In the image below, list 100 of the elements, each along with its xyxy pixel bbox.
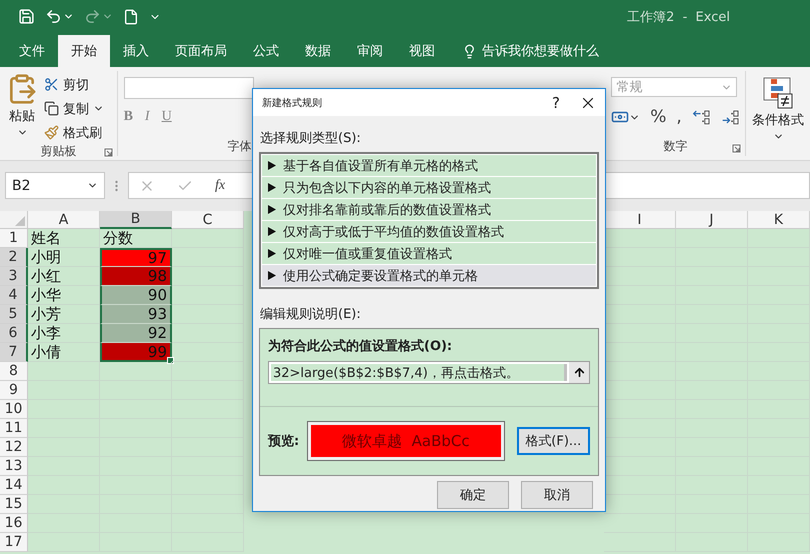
- table-cell[interactable]: [172, 419, 244, 438]
- row-header[interactable]: 6: [0, 324, 28, 343]
- table-cell[interactable]: [28, 400, 100, 419]
- rule-type-item[interactable]: 使用公式确定要设置格式的单元格: [262, 265, 596, 286]
- row-header[interactable]: 9: [0, 381, 28, 400]
- table-cell[interactable]: [172, 438, 244, 457]
- save-icon[interactable]: [18, 8, 35, 25]
- dialog-launcher-icon[interactable]: [104, 148, 113, 157]
- column-header[interactable]: I: [604, 211, 676, 229]
- ribbon-tab[interactable]: 公式: [240, 35, 292, 67]
- table-cell[interactable]: 姓名: [28, 229, 100, 248]
- select-all-corner[interactable]: [0, 211, 28, 229]
- table-cell[interactable]: [28, 438, 100, 457]
- conditional-format-button[interactable]: 条件格式: [746, 71, 810, 142]
- table-cell[interactable]: [172, 286, 244, 305]
- table-cell[interactable]: [28, 381, 100, 400]
- row-header[interactable]: 12: [0, 438, 28, 457]
- table-cell[interactable]: [604, 514, 676, 533]
- row-header[interactable]: 2: [0, 248, 28, 267]
- ribbon-tab[interactable]: 视图: [396, 35, 448, 67]
- table-cell[interactable]: [28, 495, 100, 514]
- paste-button[interactable]: 粘贴: [6, 71, 38, 143]
- percent-button[interactable]: %: [650, 107, 666, 127]
- table-cell[interactable]: [28, 476, 100, 495]
- column-header[interactable]: B: [100, 211, 172, 229]
- table-cell[interactable]: [28, 533, 100, 552]
- row-header[interactable]: 15: [0, 495, 28, 514]
- table-cell[interactable]: [172, 476, 244, 495]
- help-button[interactable]: ?: [541, 94, 571, 112]
- column-header[interactable]: A: [28, 211, 100, 229]
- format-button[interactable]: 格式(F)...: [516, 427, 590, 455]
- rule-type-item[interactable]: 仅对唯一值或重复值设置格式: [262, 243, 596, 264]
- row-header[interactable]: 3: [0, 267, 28, 286]
- name-box[interactable]: B2: [5, 172, 105, 199]
- table-cell[interactable]: [748, 229, 810, 248]
- table-cell[interactable]: [172, 305, 244, 324]
- tell-me-search[interactable]: 告诉我你想要做什么: [462, 35, 599, 67]
- increase-decimal-icon[interactable]: [692, 108, 711, 126]
- cancel-button[interactable]: 取消: [521, 481, 593, 509]
- table-cell[interactable]: [172, 400, 244, 419]
- triangle-icon: [268, 183, 276, 192]
- table-cell[interactable]: [172, 248, 244, 267]
- format-painter-button[interactable]: 格式刷: [44, 122, 104, 143]
- new-file-icon[interactable]: [123, 8, 139, 24]
- table-cell[interactable]: 92: [100, 324, 172, 343]
- comma-button[interactable]: ,: [676, 107, 682, 127]
- preview-label: 预览:: [268, 433, 300, 450]
- table-cell[interactable]: [172, 495, 244, 514]
- table-cell[interactable]: [100, 362, 172, 381]
- table-cell[interactable]: [172, 381, 244, 400]
- table-cell[interactable]: [172, 229, 244, 248]
- ribbon-tab[interactable]: 页面布局: [162, 35, 240, 67]
- row-header[interactable]: 5: [0, 305, 28, 324]
- formula-input[interactable]: 32>large($B$2:$B$7,4)，再点击格式。: [271, 364, 567, 381]
- rule-type-item[interactable]: 只为包含以下内容的单元格设置格式: [262, 177, 596, 198]
- row-header[interactable]: 1: [0, 229, 28, 248]
- collapse-button[interactable]: [569, 362, 589, 383]
- cut-button[interactable]: 剪切: [44, 74, 104, 95]
- ribbon-tab[interactable]: 开始: [58, 35, 110, 67]
- column-header[interactable]: C: [172, 211, 244, 229]
- ribbon-tab[interactable]: 数据: [292, 35, 344, 67]
- dialog-launcher-icon[interactable]: [732, 144, 742, 153]
- table-cell[interactable]: [28, 362, 100, 381]
- insert-function-button[interactable]: fx: [215, 178, 226, 194]
- redo-icon[interactable]: [84, 8, 101, 25]
- row-header[interactable]: 11: [0, 419, 28, 438]
- table-cell[interactable]: 97: [100, 248, 172, 267]
- font-name-field[interactable]: [124, 77, 254, 99]
- ribbon-tab[interactable]: 文件: [6, 35, 58, 67]
- table-cell[interactable]: [28, 419, 100, 438]
- column-header[interactable]: K: [748, 211, 810, 229]
- rule-type-item[interactable]: 基于各自值设置所有单元格的格式: [262, 155, 596, 176]
- row-header[interactable]: 16: [0, 514, 28, 533]
- table-cell[interactable]: [172, 343, 244, 362]
- ribbon-tab[interactable]: 插入: [110, 35, 162, 67]
- ok-button[interactable]: 确定: [437, 481, 509, 509]
- table-cell[interactable]: [172, 267, 244, 286]
- row-header[interactable]: 17: [0, 533, 28, 552]
- row-header[interactable]: 14: [0, 476, 28, 495]
- table-cell[interactable]: [172, 324, 244, 343]
- ribbon-tab[interactable]: 审阅: [344, 35, 396, 67]
- table-cell[interactable]: [172, 362, 244, 381]
- table-cell[interactable]: [676, 229, 748, 248]
- row-header[interactable]: 4: [0, 286, 28, 305]
- row-header[interactable]: 13: [0, 457, 28, 476]
- decrease-decimal-icon[interactable]: [720, 108, 740, 126]
- copy-button[interactable]: 复制: [44, 98, 104, 119]
- rule-type-item[interactable]: 仅对排名靠前或靠后的数值设置格式: [262, 199, 596, 220]
- table-cell[interactable]: [28, 457, 100, 476]
- row-header[interactable]: 10: [0, 400, 28, 419]
- fill-handle[interactable]: [167, 357, 174, 364]
- column-header[interactable]: J: [676, 211, 748, 229]
- table-cell[interactable]: 90: [100, 286, 172, 305]
- row-header[interactable]: 8: [0, 362, 28, 381]
- table-cell[interactable]: [172, 457, 244, 476]
- rule-type-item[interactable]: 仅对高于或低于平均值的数值设置格式: [262, 221, 596, 242]
- row-header[interactable]: 7: [0, 343, 28, 362]
- undo-icon[interactable]: [45, 8, 62, 25]
- table-cell[interactable]: 93: [100, 305, 172, 324]
- table-cell[interactable]: [28, 514, 100, 533]
